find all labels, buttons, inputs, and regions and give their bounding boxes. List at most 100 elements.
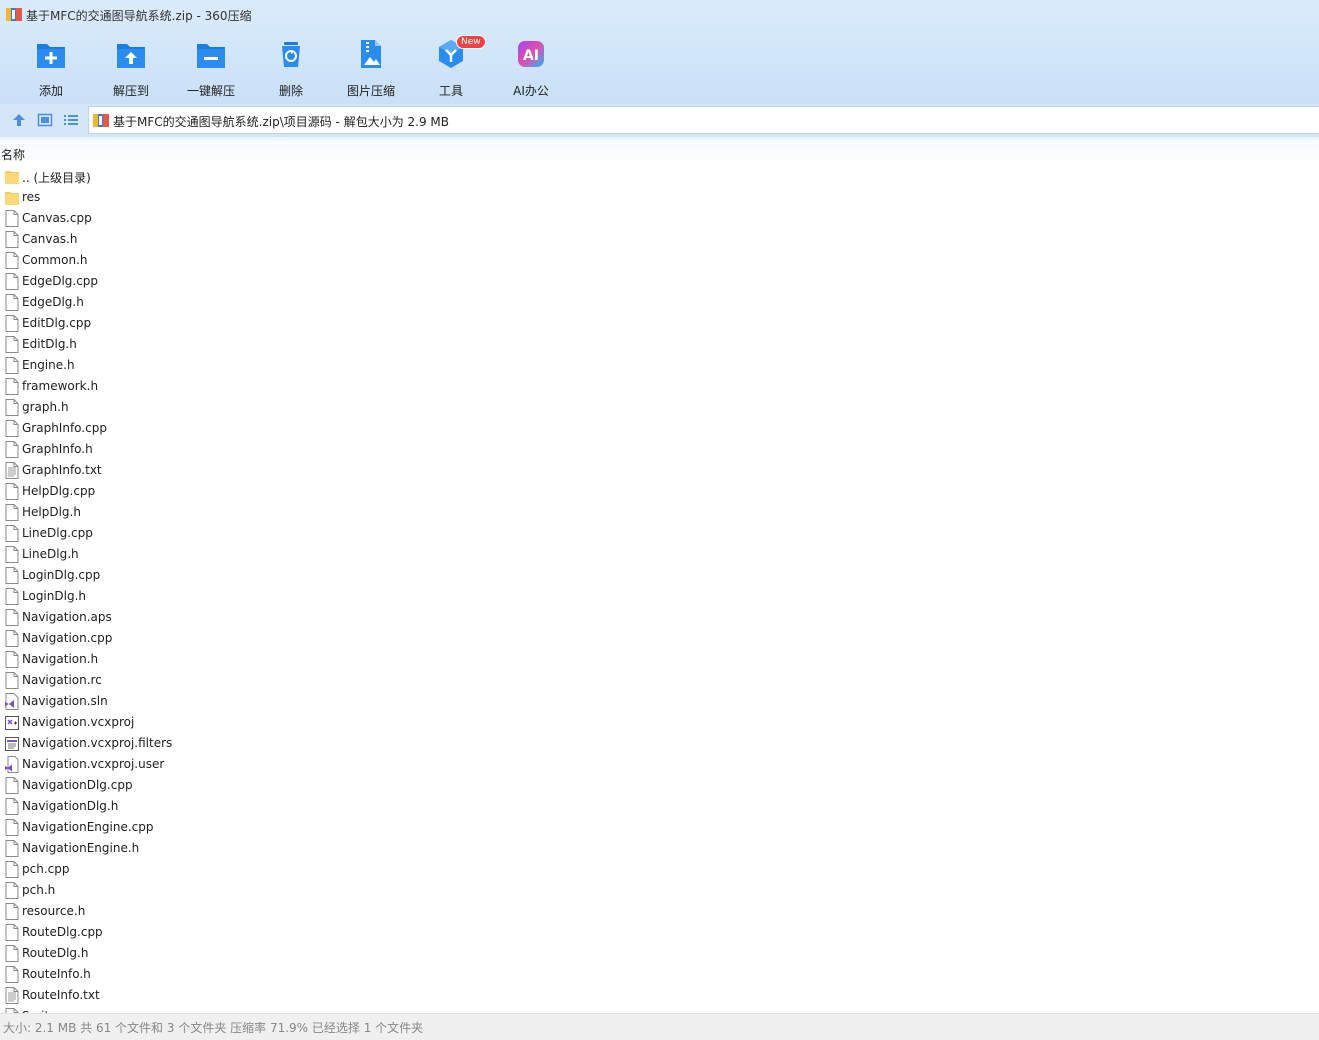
folder-row[interactable]: .. (上级目录) bbox=[0, 166, 1319, 187]
file-name: NavigationDlg.h bbox=[22, 799, 119, 813]
file-row[interactable]: EdgeDlg.cpp bbox=[0, 271, 1319, 292]
file-row[interactable]: pch.h bbox=[0, 880, 1319, 901]
folder-row[interactable]: res bbox=[0, 187, 1319, 208]
file-row[interactable]: NavigationEngine.h bbox=[0, 838, 1319, 859]
path-field[interactable]: 基于MFC的交通图导航系统.zip\项目源码 - 解包大小为 2.9 MB bbox=[88, 106, 1319, 134]
file-row[interactable]: framework.h bbox=[0, 376, 1319, 397]
file-row[interactable]: GraphInfo.cpp bbox=[0, 418, 1319, 439]
file-row[interactable]: LoginDlg.cpp bbox=[0, 565, 1319, 586]
up-arrow-icon[interactable] bbox=[11, 112, 27, 128]
file-row[interactable]: RouteDlg.cpp bbox=[0, 922, 1319, 943]
file-row[interactable]: Navigation.sln bbox=[0, 691, 1319, 712]
ai-office-button[interactable]: AI AI办公 bbox=[491, 36, 571, 98]
list-view-icon[interactable] bbox=[63, 112, 79, 128]
new-badge: New bbox=[456, 35, 486, 49]
file-name: GraphInfo.txt bbox=[22, 463, 102, 477]
file-icon bbox=[5, 966, 19, 983]
file-icon bbox=[5, 441, 19, 458]
file-name: graph.h bbox=[22, 400, 69, 414]
file-row[interactable]: NavigationDlg.h bbox=[0, 796, 1319, 817]
add-label: 添加 bbox=[38, 84, 63, 98]
file-name: Canvas.cpp bbox=[22, 211, 92, 225]
file-name: Navigation.vcxproj.filters bbox=[22, 736, 173, 750]
file-row[interactable]: Engine.h bbox=[0, 355, 1319, 376]
file-name: .. (上级目录) bbox=[22, 171, 91, 185]
file-row[interactable]: Navigation.vcxproj.user bbox=[0, 754, 1319, 775]
file-name: Navigation.cpp bbox=[22, 631, 113, 645]
file-row[interactable]: NavigationEngine.cpp bbox=[0, 817, 1319, 838]
file-icon bbox=[5, 840, 19, 857]
file-icon bbox=[5, 315, 19, 332]
thumbnail-view-icon[interactable] bbox=[37, 112, 53, 128]
file-icon bbox=[5, 504, 19, 521]
file-name: EditDlg.cpp bbox=[22, 316, 92, 330]
file-row[interactable]: Navigation.aps bbox=[0, 607, 1319, 628]
file-row[interactable]: RouteInfo.txt bbox=[0, 985, 1319, 1006]
file-name: RouteInfo.txt bbox=[22, 988, 100, 1002]
file-name: Navigation.vcxproj bbox=[22, 715, 135, 729]
file-row[interactable]: HelpDlg.cpp bbox=[0, 481, 1319, 502]
file-name: Navigation.vcxproj.user bbox=[22, 757, 165, 771]
file-row[interactable]: LoginDlg.h bbox=[0, 586, 1319, 607]
file-row[interactable]: NavigationDlg.cpp bbox=[0, 775, 1319, 796]
file-name: Navigation.aps bbox=[22, 610, 112, 624]
file-name: Canvas.h bbox=[22, 232, 78, 246]
file-list: .. (上级目录) res Canvas.cpp Canvas.h Common.h Ed… bbox=[0, 166, 1319, 1013]
one-click-extract-button[interactable]: 一键解压 bbox=[171, 36, 251, 98]
file-row[interactable]: RouteInfo.h bbox=[0, 964, 1319, 985]
delete-button[interactable]: 删除 bbox=[251, 36, 331, 98]
file-row[interactable]: Navigation.vcxproj bbox=[0, 712, 1319, 733]
file-name: res bbox=[22, 190, 41, 204]
file-row[interactable]: GraphInfo.h bbox=[0, 439, 1319, 460]
file-row[interactable]: Navigation.rc bbox=[0, 670, 1319, 691]
file-row[interactable]: EditDlg.h bbox=[0, 334, 1319, 355]
svg-text:AI: AI bbox=[523, 48, 539, 64]
file-icon bbox=[5, 861, 19, 878]
file-name: NavigationEngine.h bbox=[22, 841, 140, 855]
file-row[interactable]: HelpDlg.h bbox=[0, 502, 1319, 523]
file-row[interactable]: Navigation.h bbox=[0, 649, 1319, 670]
file-row[interactable]: LineDlg.h bbox=[0, 544, 1319, 565]
file-row[interactable]: EditDlg.cpp bbox=[0, 313, 1319, 334]
file-row[interactable]: Scrit bbox=[0, 1006, 1319, 1013]
file-row[interactable]: pch.cpp bbox=[0, 859, 1319, 880]
extract-to-icon bbox=[117, 44, 145, 68]
one-click-extract-label: 一键解压 bbox=[186, 84, 235, 98]
file-icon bbox=[5, 924, 19, 941]
file-row[interactable]: RouteDlg.h bbox=[0, 943, 1319, 964]
title-bar: 基于MFC的交通图导航系统.zip - 360压缩 bbox=[0, 0, 1319, 30]
image-compress-button[interactable]: 图片压缩 bbox=[331, 36, 411, 98]
file-row[interactable]: Canvas.cpp bbox=[0, 208, 1319, 229]
project-filters-icon bbox=[5, 735, 19, 752]
add-icon bbox=[37, 44, 65, 68]
file-icon bbox=[5, 945, 19, 962]
file-row[interactable]: Canvas.h bbox=[0, 229, 1319, 250]
file-row[interactable]: resource.h bbox=[0, 901, 1319, 922]
file-row[interactable]: EdgeDlg.h bbox=[0, 292, 1319, 313]
toolbar-separator bbox=[0, 137, 1319, 144]
file-icon bbox=[5, 231, 19, 248]
file-name: RouteInfo.h bbox=[22, 967, 91, 981]
name-column-header[interactable]: 名称 bbox=[1, 146, 25, 163]
ai-office-icon: AI bbox=[518, 41, 544, 67]
add-button[interactable]: 添加 bbox=[11, 36, 91, 98]
ai-office-label: AI办公 bbox=[513, 84, 549, 98]
file-row[interactable]: LineDlg.cpp bbox=[0, 523, 1319, 544]
file-icon bbox=[5, 903, 19, 920]
file-name: LoginDlg.cpp bbox=[22, 568, 101, 582]
file-row[interactable]: graph.h bbox=[0, 397, 1319, 418]
file-name: pch.h bbox=[22, 883, 56, 897]
file-row[interactable]: Common.h bbox=[0, 250, 1319, 271]
file-icon bbox=[5, 546, 19, 563]
file-name: framework.h bbox=[22, 379, 99, 393]
extract-to-button[interactable]: 解压到 bbox=[91, 36, 171, 98]
file-row[interactable]: Navigation.vcxproj.filters bbox=[0, 733, 1319, 754]
file-icon bbox=[5, 252, 19, 269]
file-row[interactable]: GraphInfo.txt bbox=[0, 460, 1319, 481]
file-row[interactable]: Navigation.cpp bbox=[0, 628, 1319, 649]
address-bar: 基于MFC的交通图导航系统.zip\项目源码 - 解包大小为 2.9 MB bbox=[0, 104, 1319, 137]
file-name: EdgeDlg.h bbox=[22, 295, 84, 309]
tools-button[interactable]: New 工具 bbox=[411, 35, 491, 98]
file-icon bbox=[5, 420, 19, 437]
project-user-icon bbox=[5, 756, 19, 773]
